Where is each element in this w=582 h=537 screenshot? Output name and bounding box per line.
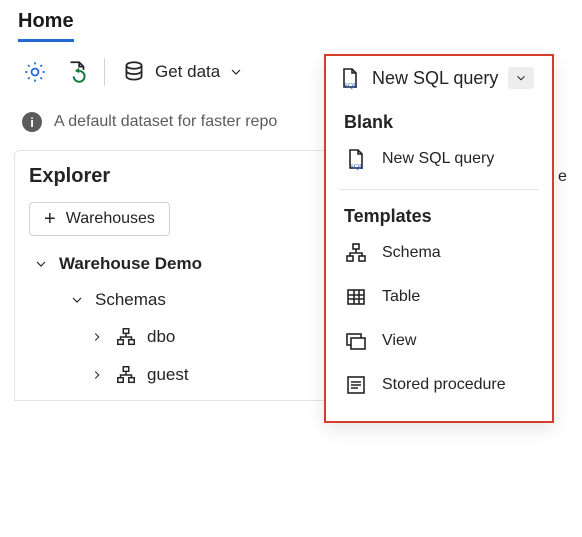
dropdown-section-templates: Templates — [326, 198, 552, 231]
dropdown-item-label: View — [382, 332, 416, 350]
info-text-overflow: e — [558, 168, 567, 186]
schema-icon — [344, 241, 368, 265]
tab-home[interactable]: Home — [18, 10, 74, 42]
dropdown-section-blank: Blank — [326, 104, 552, 137]
dropdown-toggle[interactable] — [508, 67, 534, 89]
explorer-title: Explorer — [29, 165, 359, 188]
chevron-down-icon — [69, 292, 85, 308]
dropdown-item-new-sql-query[interactable]: New SQL query — [326, 137, 552, 181]
new-sql-query-button[interactable]: New SQL query — [326, 56, 552, 104]
dropdown-item-table[interactable]: Table — [326, 275, 552, 319]
dropdown-separator — [340, 189, 538, 190]
info-text: A default dataset for faster repo — [54, 113, 277, 131]
plus-icon: + — [44, 209, 56, 229]
add-warehouses-label: Warehouses — [66, 210, 155, 228]
sql-file-icon — [344, 147, 368, 171]
tree-node-warehouse[interactable]: Warehouse Demo — [29, 246, 359, 282]
dropdown-item-label: Table — [382, 288, 420, 306]
dropdown-item-label: Schema — [382, 244, 441, 262]
dropdown-item-label: Stored procedure — [382, 376, 506, 394]
sql-file-icon — [338, 66, 362, 90]
chevron-down-icon — [514, 71, 528, 85]
tree-node-schema-guest[interactable]: guest — [29, 356, 359, 394]
toolbar-separator — [104, 58, 105, 86]
tree-node-schemas[interactable]: Schemas — [29, 282, 359, 318]
dropdown-item-stored-procedure[interactable]: Stored procedure — [326, 363, 552, 407]
chevron-right-icon — [89, 330, 105, 344]
refresh-button[interactable] — [56, 52, 98, 92]
chevron-right-icon — [89, 368, 105, 382]
stored-procedure-icon — [344, 373, 368, 397]
chevron-down-icon — [33, 256, 49, 272]
tree-node-schema-guest-label: guest — [147, 365, 189, 385]
new-sql-query-label: New SQL query — [372, 68, 498, 89]
tree-node-schema-dbo[interactable]: dbo — [29, 318, 359, 356]
chevron-down-icon — [228, 64, 244, 80]
new-sql-query-dropdown: New SQL query Blank New SQL query Templa… — [324, 54, 554, 423]
settings-button[interactable] — [14, 52, 56, 92]
tree-node-schema-dbo-label: dbo — [147, 327, 175, 347]
schema-icon — [115, 326, 137, 348]
dropdown-item-view[interactable]: View — [326, 319, 552, 363]
refresh-doc-icon — [64, 59, 90, 85]
get-data-label: Get data — [155, 62, 220, 82]
tree-node-schemas-label: Schemas — [95, 290, 166, 310]
dropdown-item-schema[interactable]: Schema — [326, 231, 552, 275]
schema-icon — [115, 364, 137, 386]
gear-icon — [22, 59, 48, 85]
tab-bar: Home — [0, 0, 582, 42]
info-icon: i — [22, 112, 42, 132]
database-icon — [121, 59, 147, 85]
get-data-button[interactable]: Get data — [111, 52, 254, 92]
dropdown-item-label: New SQL query — [382, 150, 494, 168]
view-icon — [344, 329, 368, 353]
add-warehouses-button[interactable]: + Warehouses — [29, 202, 170, 236]
explorer-tree: Warehouse Demo Schemas dbo guest — [29, 246, 359, 394]
explorer-panel: Explorer + Warehouses Warehouse Demo Sch… — [14, 150, 374, 401]
table-icon — [344, 285, 368, 309]
tree-node-warehouse-label: Warehouse Demo — [59, 254, 202, 274]
